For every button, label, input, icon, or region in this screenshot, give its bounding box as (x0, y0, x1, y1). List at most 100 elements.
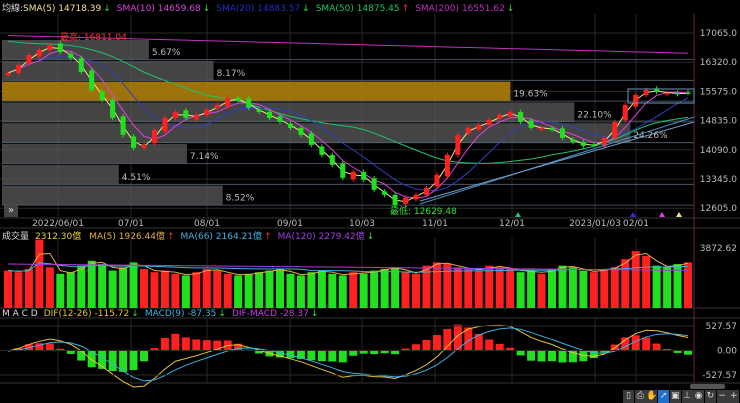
volume-profile-bar (2, 185, 223, 206)
hand-icon[interactable]: ✋ (646, 390, 658, 403)
zoom-in-icon[interactable]: + (728, 390, 740, 403)
macd-histogram-bar (108, 351, 117, 372)
macd-histogram-bar (129, 351, 138, 371)
volume-bar (432, 262, 441, 308)
volume-bar (140, 268, 148, 308)
volume-bar (516, 272, 525, 308)
candle-body (685, 92, 691, 94)
x-tick-label: 10/03 (349, 219, 375, 229)
candle-body (183, 110, 189, 118)
expand-button[interactable]: » (4, 205, 18, 217)
y-tick-label: 16320.0 (700, 58, 737, 68)
horizontal-scrollbar[interactable] (690, 384, 725, 389)
stock-chart[interactable]: 2022/06/01 07/01 08/01 09/01 10/03 11/01 12/01… (0, 0, 740, 403)
macd-histogram-bar (328, 351, 337, 362)
candle-body (78, 57, 84, 72)
volume-bar (401, 272, 410, 308)
y-tick-label: 3872.62 (700, 244, 737, 254)
volume-bar (380, 268, 389, 308)
volume-bar (286, 273, 295, 308)
macd-histogram-bar (642, 337, 651, 351)
candle-body (287, 123, 293, 128)
volume-bar (129, 262, 138, 308)
macd-histogram-bar (307, 351, 316, 361)
volume-bar (589, 272, 598, 308)
chart-icon[interactable]: ⊥ (681, 390, 693, 403)
page-icon[interactable]: ▯ (623, 390, 634, 403)
info-icon[interactable]: ▣ (669, 390, 681, 403)
x-tick-label: 2023/01/03 (569, 219, 621, 229)
refresh-icon[interactable]: ↻ (704, 390, 716, 403)
volume-bar (4, 270, 12, 308)
volume-bar (359, 273, 368, 308)
candle-body (591, 144, 597, 146)
volume-bar (684, 262, 692, 308)
signal-marker-icon (659, 212, 665, 217)
volume-profile-bar (2, 60, 214, 81)
volume-bar (14, 272, 23, 308)
volume-bar (579, 270, 588, 308)
x-tick-label: 07/01 (118, 219, 144, 229)
volume-bar (35, 239, 44, 308)
macd-histogram-bar (202, 340, 211, 351)
candle-body (570, 139, 576, 142)
profile-percent-label: 22.10% (577, 110, 612, 120)
macd-histogram-bar (432, 335, 441, 351)
candle-body (68, 53, 74, 58)
candle-body (110, 99, 116, 118)
candle-body (361, 171, 367, 180)
print-icon[interactable]: ⎙ (634, 390, 646, 403)
candle-body (340, 163, 346, 178)
macd-histogram-bar (370, 351, 379, 355)
volume-bar (202, 268, 211, 308)
pointer-icon[interactable]: ➚ (658, 390, 670, 403)
candle-body (267, 111, 273, 118)
candle-body (329, 154, 335, 165)
volume-bar (453, 267, 462, 308)
candle-body (465, 127, 471, 134)
volume-bar (621, 259, 630, 308)
zoom-out-icon[interactable]: − (716, 390, 728, 403)
signal-marker-icon (515, 212, 521, 217)
candle-body (141, 144, 147, 148)
macd-histogram-bar (673, 351, 682, 353)
candle-body (664, 92, 670, 95)
volume-bar (56, 273, 65, 308)
candle-body (193, 114, 199, 120)
candle-body (675, 92, 681, 95)
candle-body (120, 116, 126, 135)
volume-bar (255, 272, 264, 308)
volume-bar (213, 270, 222, 308)
eye-icon[interactable]: ◉ (693, 390, 705, 403)
volume-bar (631, 251, 640, 308)
macd-histogram-bar (548, 351, 556, 362)
volume-bar (234, 275, 243, 308)
profile-percent-label: 24.26% (633, 131, 668, 141)
volume-bar (610, 267, 619, 308)
volume-bar (548, 268, 556, 308)
macd-histogram-bar (412, 344, 420, 351)
volume-bar (181, 275, 190, 308)
candle-body (89, 70, 95, 90)
candle-body (476, 124, 482, 130)
x-tick-label: 2022/06/01 (32, 219, 84, 229)
candle-body (99, 91, 105, 100)
x-tick-label: 09/01 (277, 219, 303, 229)
candle-body (382, 191, 388, 195)
candle-body (423, 187, 429, 195)
macd-histogram-bar (160, 337, 169, 351)
macd-histogram-bar (359, 351, 368, 354)
macd-histogram-bar (485, 339, 494, 351)
volume-bar (370, 270, 379, 308)
y-tick-label: 527.57 (706, 322, 738, 332)
volume-bar (537, 273, 546, 308)
volume-profile-bar (2, 81, 511, 102)
volume-profile-bar (2, 164, 119, 185)
y-tick-label: 0.00 (717, 347, 737, 357)
macd-histogram-bar (140, 351, 148, 362)
volume-bar (600, 268, 609, 308)
volume-bar (66, 272, 75, 308)
macd-histogram-bar (349, 351, 358, 356)
volume-bar (485, 265, 494, 308)
y-tick-label: -527.57 (702, 371, 737, 381)
